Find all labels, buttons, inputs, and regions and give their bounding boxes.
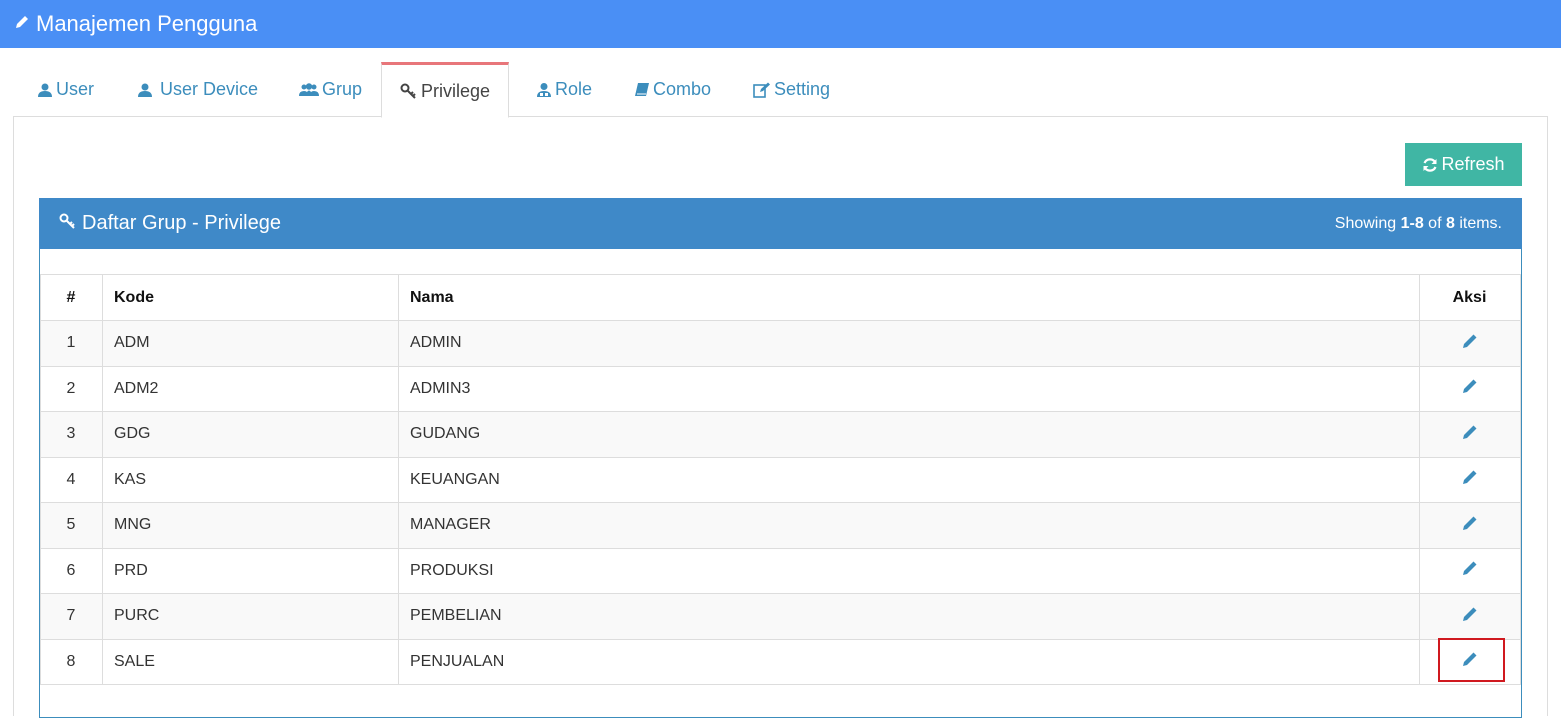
row-kode: GDG bbox=[102, 411, 399, 458]
row-actions bbox=[1419, 593, 1521, 640]
summary-of: of bbox=[1423, 214, 1446, 232]
key-icon bbox=[59, 213, 77, 234]
edit-icon bbox=[753, 82, 771, 98]
row-actions bbox=[1419, 502, 1521, 549]
table-row: 5 MNG MANAGER bbox=[40, 502, 1521, 549]
row-number: 2 bbox=[40, 365, 103, 412]
tab-label: Role bbox=[555, 79, 593, 99]
role-icon bbox=[536, 82, 552, 98]
row-number: 6 bbox=[40, 547, 103, 594]
row-nama: PENJUALAN bbox=[398, 638, 1420, 685]
row-kode: ADM2 bbox=[102, 365, 399, 412]
tab-user[interactable]: User bbox=[37, 62, 94, 117]
book-icon bbox=[634, 82, 650, 98]
edit-icon[interactable] bbox=[1461, 559, 1479, 577]
summary-range: 1-8 bbox=[1400, 214, 1424, 232]
row-actions bbox=[1419, 456, 1521, 503]
row-nama: PEMBELIAN bbox=[398, 593, 1420, 640]
tab-role[interactable]: Role bbox=[536, 62, 592, 117]
header-nama: Nama bbox=[398, 274, 1420, 321]
tab-label: User Device bbox=[160, 79, 259, 99]
table-row: 4 KAS KEUANGAN bbox=[40, 456, 1521, 503]
panel-title: Daftar Grup - Privilege bbox=[82, 212, 281, 234]
table-row: 1 ADM ADMIN bbox=[40, 320, 1521, 367]
table-row: 7 PURC PEMBELIAN bbox=[40, 593, 1521, 640]
tab-privilege[interactable]: Privilege bbox=[381, 62, 509, 118]
tab-label: Setting bbox=[774, 79, 831, 99]
row-kode: ADM bbox=[102, 320, 399, 367]
row-kode: PRD bbox=[102, 547, 399, 594]
row-number: 4 bbox=[40, 456, 103, 503]
row-number: 3 bbox=[40, 411, 103, 458]
page-title: Manajemen Pengguna bbox=[36, 11, 258, 36]
row-number: 5 bbox=[40, 502, 103, 549]
table-header-row: # Kode Nama Aksi bbox=[40, 274, 1521, 321]
edit-icon[interactable] bbox=[1461, 423, 1479, 441]
edit-icon[interactable] bbox=[1461, 514, 1479, 532]
tab-setting[interactable]: Setting bbox=[753, 62, 830, 117]
row-actions bbox=[1419, 411, 1521, 458]
header-kode: Kode bbox=[102, 274, 399, 321]
edit-icon[interactable] bbox=[1461, 468, 1479, 486]
row-nama: ADMIN3 bbox=[398, 365, 1420, 412]
row-number: 7 bbox=[40, 593, 103, 640]
refresh-label: Refresh bbox=[1441, 154, 1505, 174]
tab-bar: User User Device Grup Privilege Role Com… bbox=[13, 62, 1548, 118]
row-kode: PURC bbox=[102, 593, 399, 640]
row-actions bbox=[1419, 547, 1521, 594]
user-icon bbox=[37, 82, 53, 98]
app-header: Manajemen Pengguna bbox=[0, 0, 1561, 48]
tab-label: User bbox=[56, 79, 95, 99]
edit-icon[interactable] bbox=[1461, 605, 1479, 623]
pencil-icon bbox=[14, 14, 30, 35]
row-number: 1 bbox=[40, 320, 103, 367]
row-actions bbox=[1419, 320, 1521, 367]
tab-user-device[interactable]: User Device bbox=[137, 62, 258, 117]
panel-header: Daftar Grup - Privilege Showing 1-8 of 8… bbox=[39, 198, 1522, 249]
table-row: 8 SALE PENJUALAN bbox=[40, 638, 1521, 685]
refresh-button[interactable]: Refresh bbox=[1405, 143, 1522, 186]
row-number: 8 bbox=[40, 638, 103, 685]
row-kode: KAS bbox=[102, 456, 399, 503]
table-row: 6 PRD PRODUKSI bbox=[40, 547, 1521, 594]
items-summary: Showing 1-8 of 8 items. bbox=[1335, 215, 1502, 233]
row-nama: PRODUKSI bbox=[398, 547, 1420, 594]
user-icon bbox=[137, 82, 153, 98]
tab-combo[interactable]: Combo bbox=[634, 62, 711, 117]
summary-prefix: Showing bbox=[1334, 214, 1401, 232]
row-kode: SALE bbox=[102, 638, 399, 685]
key-icon bbox=[400, 83, 418, 99]
tab-grup[interactable]: Grup bbox=[299, 62, 362, 117]
summary-suffix: items. bbox=[1454, 214, 1502, 232]
row-nama: GUDANG bbox=[398, 411, 1420, 458]
row-actions bbox=[1419, 365, 1521, 412]
users-icon bbox=[299, 82, 319, 98]
edit-icon[interactable] bbox=[1461, 332, 1479, 350]
row-nama: KEUANGAN bbox=[398, 456, 1420, 503]
row-kode: MNG bbox=[102, 502, 399, 549]
summary-total: 8 bbox=[1445, 214, 1455, 232]
table-row: 2 ADM2 ADMIN3 bbox=[40, 365, 1521, 412]
refresh-icon bbox=[1422, 157, 1438, 173]
row-nama: ADMIN bbox=[398, 320, 1420, 367]
header-aksi: Aksi bbox=[1419, 274, 1521, 321]
row-nama: MANAGER bbox=[398, 502, 1420, 549]
tab-label: Grup bbox=[322, 79, 363, 99]
table-row: 3 GDG GUDANG bbox=[40, 411, 1521, 458]
privilege-table: # Kode Nama Aksi 1 ADM ADMIN 2 ADM2 ADMI… bbox=[40, 274, 1521, 685]
tab-label: Combo bbox=[653, 79, 712, 99]
highlight-box bbox=[1438, 638, 1505, 682]
edit-icon[interactable] bbox=[1461, 377, 1479, 395]
tab-label: Privilege bbox=[420, 80, 491, 101]
header-number: # bbox=[40, 274, 103, 321]
